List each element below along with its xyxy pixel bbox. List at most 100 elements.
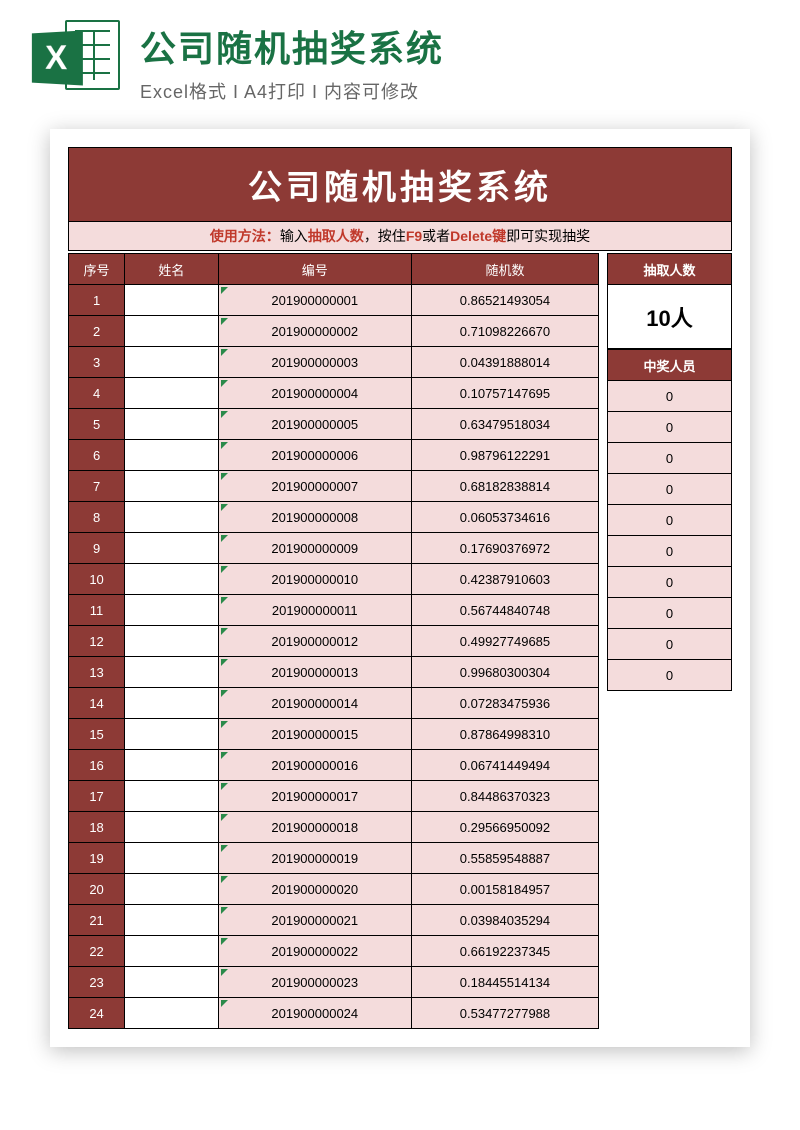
cell-name[interactable] — [125, 719, 219, 750]
doc-title: 公司随机抽奖系统 — [68, 147, 732, 222]
cell-name[interactable] — [125, 626, 219, 657]
cell-code[interactable]: 201900000007 — [218, 471, 411, 502]
col-rand-header: 随机数 — [411, 254, 598, 285]
table-row: 92019000000090.17690376972 — [69, 533, 599, 564]
cell-rand: 0.98796122291 — [411, 440, 598, 471]
cell-seq: 13 — [69, 657, 125, 688]
cell-marker-icon — [221, 876, 228, 883]
cell-seq: 20 — [69, 874, 125, 905]
cell-code[interactable]: 201900000014 — [218, 688, 411, 719]
cell-code[interactable]: 201900000006 — [218, 440, 411, 471]
cell-code[interactable]: 201900000016 — [218, 750, 411, 781]
cell-code[interactable]: 201900000020 — [218, 874, 411, 905]
instruction-bar: 使用方法：输入抽取人数，按住F9或者Delete键即可实现抽奖 — [68, 222, 732, 251]
cell-marker-icon — [221, 783, 228, 790]
cell-rand: 0.18445514134 — [411, 967, 598, 998]
cell-name[interactable] — [125, 874, 219, 905]
cell-marker-icon — [221, 473, 228, 480]
winner-cell: 0 — [608, 567, 732, 598]
cell-code[interactable]: 201900000024 — [218, 998, 411, 1029]
count-value[interactable]: 10人 — [608, 285, 732, 349]
cell-rand: 0.87864998310 — [411, 719, 598, 750]
cell-rand: 0.06053734616 — [411, 502, 598, 533]
cell-rand: 0.07283475936 — [411, 688, 598, 719]
instruction-t4: 即可实现抽奖 — [506, 228, 590, 244]
cell-name[interactable] — [125, 409, 219, 440]
cell-rand: 0.29566950092 — [411, 812, 598, 843]
cell-rand: 0.71098226670 — [411, 316, 598, 347]
cell-marker-icon — [221, 690, 228, 697]
cell-name[interactable] — [125, 843, 219, 874]
instruction-t2: ，按住 — [364, 228, 406, 244]
cell-name[interactable] — [125, 378, 219, 409]
cell-name[interactable] — [125, 905, 219, 936]
cell-name[interactable] — [125, 285, 219, 316]
cell-name[interactable] — [125, 781, 219, 812]
table-row: 42019000000040.10757147695 — [69, 378, 599, 409]
cell-rand: 0.17690376972 — [411, 533, 598, 564]
cell-marker-icon — [221, 349, 228, 356]
col-code-header: 编号 — [218, 254, 411, 285]
cell-code[interactable]: 201900000017 — [218, 781, 411, 812]
winner-cell: 0 — [608, 536, 732, 567]
table-header-row: 序号 姓名 编号 随机数 — [69, 254, 599, 285]
content-area: 序号 姓名 编号 随机数 12019000000010.865214930542… — [68, 253, 732, 1029]
cell-name[interactable] — [125, 316, 219, 347]
cell-code[interactable]: 201900000002 — [218, 316, 411, 347]
cell-name[interactable] — [125, 936, 219, 967]
cell-seq: 10 — [69, 564, 125, 595]
instruction-t1: 输入 — [280, 228, 308, 244]
instruction-red2: F9 — [406, 228, 422, 244]
cell-name[interactable] — [125, 533, 219, 564]
cell-name[interactable] — [125, 750, 219, 781]
cell-code[interactable]: 201900000005 — [218, 409, 411, 440]
cell-code[interactable]: 201900000021 — [218, 905, 411, 936]
cell-name[interactable] — [125, 688, 219, 719]
cell-marker-icon — [221, 504, 228, 511]
instruction-red3: Delete键 — [450, 228, 506, 244]
table-row: 182019000000180.29566950092 — [69, 812, 599, 843]
cell-name[interactable] — [125, 440, 219, 471]
cell-code[interactable]: 201900000015 — [218, 719, 411, 750]
winner-cell: 0 — [608, 660, 732, 691]
cell-name[interactable] — [125, 347, 219, 378]
count-table: 抽取人数 10人 — [607, 253, 732, 349]
cell-code[interactable]: 201900000012 — [218, 626, 411, 657]
cell-code[interactable]: 201900000019 — [218, 843, 411, 874]
cell-rand: 0.68182838814 — [411, 471, 598, 502]
cell-seq: 24 — [69, 998, 125, 1029]
cell-code[interactable]: 201900000011 — [218, 595, 411, 626]
table-row: 192019000000190.55859548887 — [69, 843, 599, 874]
main-table: 序号 姓名 编号 随机数 12019000000010.865214930542… — [68, 253, 599, 1029]
cell-name[interactable] — [125, 967, 219, 998]
table-row: 72019000000070.68182838814 — [69, 471, 599, 502]
table-row: 82019000000080.06053734616 — [69, 502, 599, 533]
document-preview: 公司随机抽奖系统 使用方法：输入抽取人数，按住F9或者Delete键即可实现抽奖… — [50, 129, 750, 1047]
cell-name[interactable] — [125, 502, 219, 533]
winner-header: 中奖人员 — [608, 350, 732, 381]
title-block: 公司随机抽奖系统 Excel格式 I A4打印 I 内容可修改 — [140, 20, 444, 104]
cell-code[interactable]: 201900000009 — [218, 533, 411, 564]
cell-name[interactable] — [125, 471, 219, 502]
cell-name[interactable] — [125, 657, 219, 688]
table-row: 6 2019000000060.98796122291 — [69, 440, 599, 471]
cell-code[interactable]: 201900000008 — [218, 502, 411, 533]
cell-code[interactable]: 201900000018 — [218, 812, 411, 843]
cell-code[interactable]: 201900000023 — [218, 967, 411, 998]
cell-name[interactable] — [125, 812, 219, 843]
cell-code[interactable]: 201900000001 — [218, 285, 411, 316]
cell-code[interactable]: 201900000013 — [218, 657, 411, 688]
cell-name[interactable] — [125, 595, 219, 626]
cell-code[interactable]: 201900000010 — [218, 564, 411, 595]
cell-code[interactable]: 201900000022 — [218, 936, 411, 967]
cell-rand: 0.42387910603 — [411, 564, 598, 595]
cell-rand: 0.66192237345 — [411, 936, 598, 967]
cell-code[interactable]: 201900000003 — [218, 347, 411, 378]
cell-name[interactable] — [125, 998, 219, 1029]
cell-marker-icon — [221, 566, 228, 573]
cell-code[interactable]: 201900000004 — [218, 378, 411, 409]
cell-rand: 0.49927749685 — [411, 626, 598, 657]
cell-seq: 6 — [69, 440, 125, 471]
cell-name[interactable] — [125, 564, 219, 595]
cell-marker-icon — [221, 938, 228, 945]
